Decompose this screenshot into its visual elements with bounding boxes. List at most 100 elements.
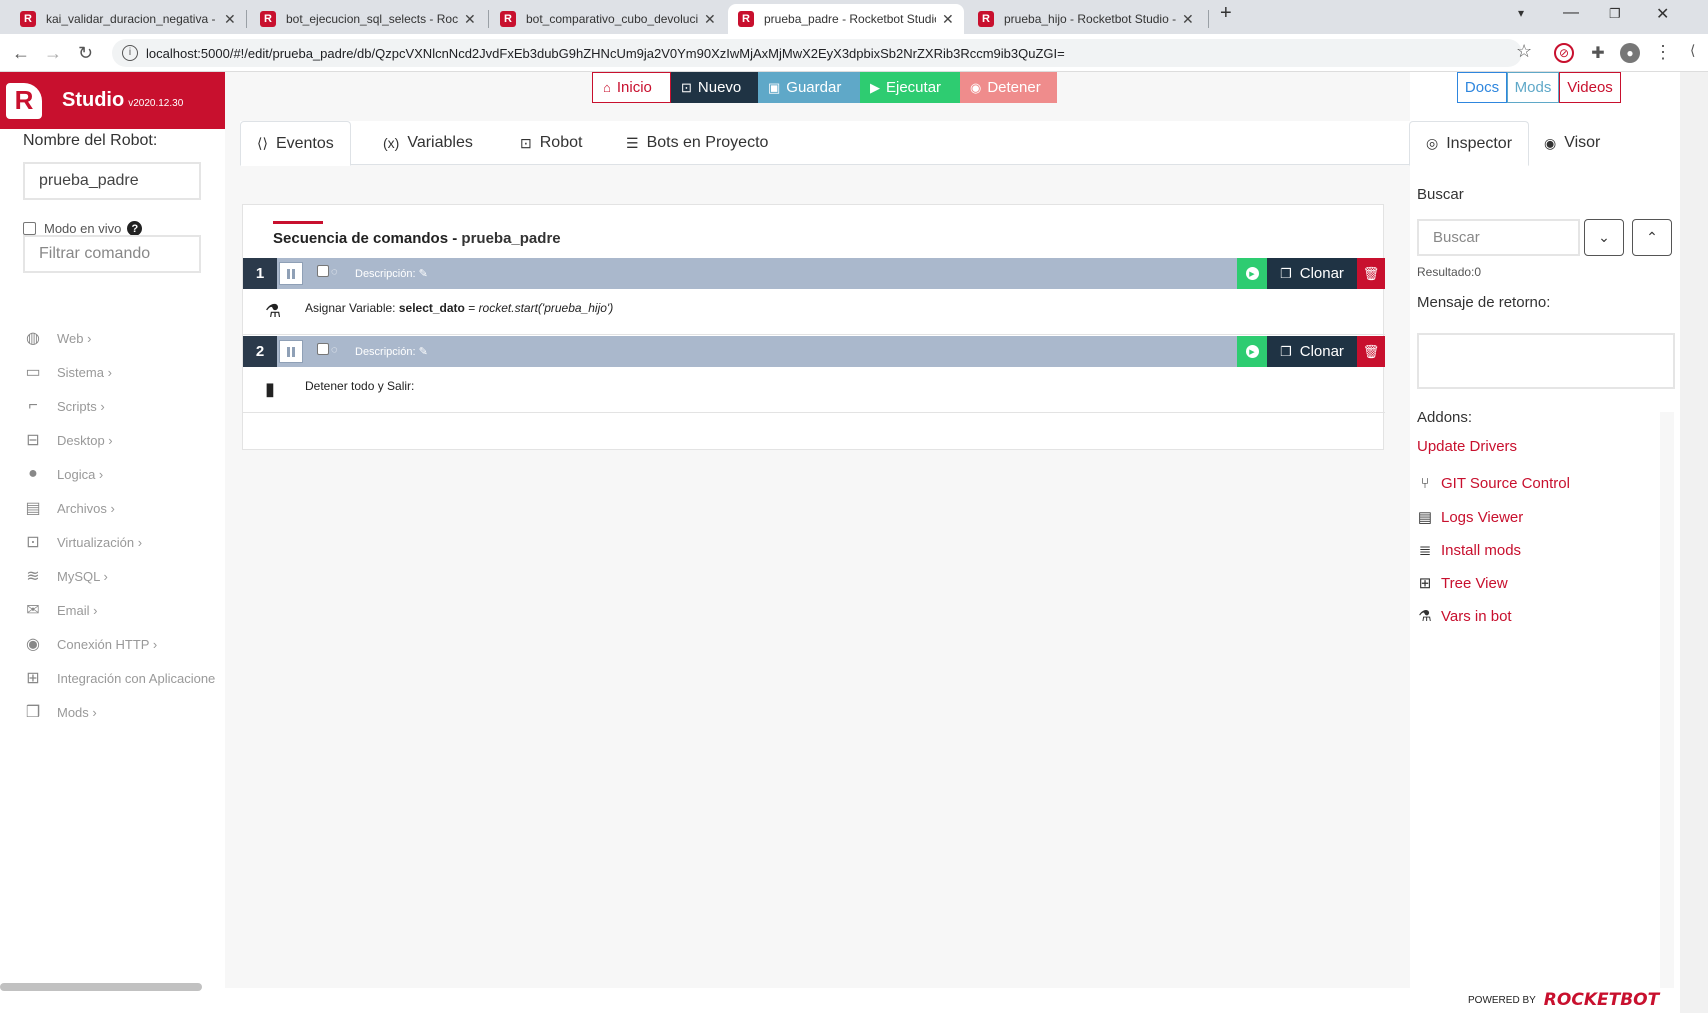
command-checkbox[interactable] bbox=[317, 343, 329, 355]
hide-eye-icon[interactable]: ◌ bbox=[331, 266, 338, 278]
docs-button[interactable]: Docs bbox=[1457, 72, 1507, 103]
pause-icon[interactable] bbox=[279, 262, 303, 285]
tab-visor[interactable]: ◉ Visor bbox=[1528, 121, 1616, 165]
sidebar-category-mods[interactable]: ❒ Mods › bbox=[23, 701, 97, 723]
new-tab-icon[interactable]: + bbox=[1220, 2, 1232, 25]
hide-eye-icon[interactable]: ◌ bbox=[331, 344, 338, 356]
play-icon: ▶ bbox=[1245, 267, 1259, 280]
update-drivers-link[interactable]: Update Drivers bbox=[1417, 438, 1517, 455]
close-tab-icon[interactable]: ✕ bbox=[1182, 11, 1194, 28]
inspector-search-input[interactable]: Buscar bbox=[1417, 219, 1580, 256]
sidebar-category-integracion[interactable]: ⊞ Integración con Aplicacione bbox=[23, 667, 221, 689]
delete-icon[interactable]: 🗑 bbox=[1357, 336, 1385, 367]
sidebar-category-email[interactable]: ✉ Email › bbox=[23, 599, 97, 621]
chevron-up-icon: ⌃ bbox=[1646, 229, 1658, 245]
robot-name-input[interactable]: prueba_padre bbox=[23, 162, 201, 200]
back-icon[interactable]: ← bbox=[12, 43, 30, 64]
live-mode[interactable]: Modo en vivo ? bbox=[23, 221, 143, 236]
close-tab-icon[interactable]: ✕ bbox=[942, 11, 954, 28]
addon-tree-view[interactable]: ⊞ Tree View bbox=[1415, 574, 1508, 593]
browser-tab[interactable]: R bot_comparativo_cubo_devolucio ✕ bbox=[490, 4, 722, 34]
tab-eventos[interactable]: ⟨⟩ Eventos bbox=[240, 121, 351, 166]
site-info-icon[interactable]: i bbox=[122, 45, 138, 61]
command-header[interactable]: 2 ◌ Descripción: ✎ ▶ ❐ Clonar 🗑 bbox=[243, 336, 1385, 367]
help-question-icon[interactable]: ? bbox=[127, 221, 143, 236]
addon-vars-in-bot[interactable]: ⚗ Vars in bot bbox=[1415, 607, 1511, 626]
inicio-button[interactable]: ⌂ Inicio bbox=[592, 72, 671, 103]
browser-tab[interactable]: R prueba_hijo - Rocketbot Studio - ✕ bbox=[968, 4, 1204, 34]
addon-git-source-control[interactable]: ⑂ GIT Source Control bbox=[1415, 475, 1569, 492]
sidebar-category-desktop[interactable]: ⊟ Desktop › bbox=[23, 429, 112, 451]
close-window-icon[interactable]: ✕ bbox=[1656, 4, 1669, 24]
sidebar-category-mysql[interactable]: ≋ MySQL › bbox=[23, 565, 108, 587]
browser-tab[interactable]: R bot_ejecucion_sql_selects - Rocke ✕ bbox=[250, 4, 482, 34]
command-header[interactable]: 1 ◌ Descripción: ✎ ▶ ❐ Clonar 🗑 bbox=[243, 258, 1385, 289]
envelope-icon: ✉ bbox=[26, 602, 40, 619]
browser-tab-active[interactable]: R prueba_padre - Rocketbot Studio ✕ bbox=[728, 4, 964, 34]
tab-search-icon[interactable]: ▾ bbox=[1518, 6, 1524, 20]
detener-button[interactable]: ◉ Detener bbox=[960, 72, 1057, 103]
stop-icon: ◉ bbox=[970, 79, 982, 95]
sidebar-horizontal-scrollbar[interactable] bbox=[0, 983, 202, 991]
profile-avatar-icon[interactable]: ● bbox=[1620, 43, 1640, 63]
tab-variables[interactable]: (x) Variables bbox=[367, 121, 489, 165]
browser-tab[interactable]: R kai_validar_duracion_negativa - R ✕ bbox=[10, 4, 242, 34]
filter-command-input[interactable]: Filtrar comando bbox=[23, 235, 201, 273]
brand-version: v2020.12.30 bbox=[128, 98, 184, 109]
clone-button[interactable]: ❐ Clonar bbox=[1267, 336, 1357, 367]
search-prev-button[interactable]: ⌄ bbox=[1584, 219, 1624, 256]
search-next-button[interactable]: ⌃ bbox=[1632, 219, 1672, 256]
addons-label: Addons: bbox=[1417, 409, 1473, 426]
close-tab-icon[interactable]: ✕ bbox=[704, 11, 716, 28]
command-number: 1 bbox=[243, 258, 277, 289]
mods-button[interactable]: Mods bbox=[1507, 72, 1559, 103]
delete-icon[interactable]: 🗑 bbox=[1357, 258, 1385, 289]
description-label[interactable]: Descripción: ✎ bbox=[355, 345, 428, 358]
addon-logs-viewer[interactable]: ▤ Logs Viewer bbox=[1415, 508, 1523, 527]
tab-bots-en-proyecto[interactable]: ☰ Bots en Proyecto bbox=[610, 121, 784, 165]
bookmark-star-icon[interactable]: ☆ bbox=[1516, 41, 1532, 62]
sidebar-category-scripts[interactable]: ⌐ Scripts › bbox=[23, 395, 104, 417]
sidebar-category-http[interactable]: ◉ Conexión HTTP › bbox=[23, 633, 157, 655]
extensions-puzzle-icon[interactable]: ✚ bbox=[1588, 43, 1608, 63]
clone-button[interactable]: ❐ Clonar bbox=[1267, 258, 1357, 289]
reload-icon[interactable]: ↻ bbox=[78, 43, 93, 64]
sidebar-category-sistema[interactable]: ▭ Sistema › bbox=[23, 361, 111, 383]
run-command-button[interactable]: ▶ bbox=[1237, 258, 1267, 289]
description-label[interactable]: Descripción: ✎ bbox=[355, 267, 428, 280]
tab-inspector[interactable]: ◎ Inspector bbox=[1409, 121, 1530, 166]
command-checkbox[interactable] bbox=[317, 265, 329, 277]
sidebar-category-web[interactable]: ◍ Web › bbox=[23, 327, 91, 349]
minimize-icon[interactable]: — bbox=[1563, 4, 1579, 22]
rocketbot-favicon-icon: R bbox=[20, 11, 36, 27]
url-field[interactable]: i localhost:5000/#!/edit/prueba_padre/db… bbox=[112, 39, 1522, 67]
return-message-label: Mensaje de retorno: bbox=[1417, 294, 1551, 311]
command-body[interactable]: ▮ Detener todo y Salir: bbox=[243, 367, 1385, 413]
guardar-button[interactable]: ▣ Guardar bbox=[758, 72, 860, 103]
pause-icon[interactable] bbox=[279, 340, 303, 363]
title-underline bbox=[273, 221, 323, 224]
restore-icon[interactable]: ❐ bbox=[1609, 6, 1621, 22]
browser-menu-icon[interactable]: ⋮ bbox=[1654, 42, 1672, 63]
extension-rocketbot-icon[interactable]: ⊘ bbox=[1554, 43, 1574, 63]
inspector-scrollbar[interactable] bbox=[1660, 412, 1674, 988]
page-vertical-scrollbar[interactable] bbox=[1680, 72, 1708, 1013]
ejecutar-button[interactable]: ▶ Ejecutar bbox=[860, 72, 960, 103]
nuevo-button[interactable]: ⊡ Nuevo bbox=[671, 72, 758, 103]
return-message-textarea[interactable] bbox=[1417, 333, 1675, 389]
tab-robot[interactable]: ⊡ Robot bbox=[504, 121, 598, 165]
live-mode-checkbox[interactable] bbox=[23, 222, 36, 235]
close-tab-icon[interactable]: ✕ bbox=[224, 11, 236, 28]
command-body[interactable]: ⚗ Asignar Variable: select_dato = rocket… bbox=[243, 289, 1385, 335]
close-tab-icon[interactable]: ✕ bbox=[464, 11, 476, 28]
videos-button[interactable]: Videos bbox=[1559, 72, 1621, 103]
forward-icon[interactable]: → bbox=[44, 43, 62, 64]
sidebar-category-archivos[interactable]: ▤ Archivos › bbox=[23, 497, 114, 519]
sidebar-category-virtualizacion[interactable]: ⊡ Virtualización › bbox=[23, 531, 142, 553]
addon-install-mods[interactable]: ≣ Install mods bbox=[1415, 541, 1521, 560]
rocketbot-favicon-icon: R bbox=[260, 11, 276, 27]
run-command-button[interactable]: ▶ bbox=[1237, 336, 1267, 367]
side-panel-icon[interactable]: ⟨ bbox=[1690, 42, 1695, 59]
tree-icon: ⊞ bbox=[1418, 575, 1432, 592]
sidebar-category-logica[interactable]: ● Logica › bbox=[23, 463, 103, 485]
